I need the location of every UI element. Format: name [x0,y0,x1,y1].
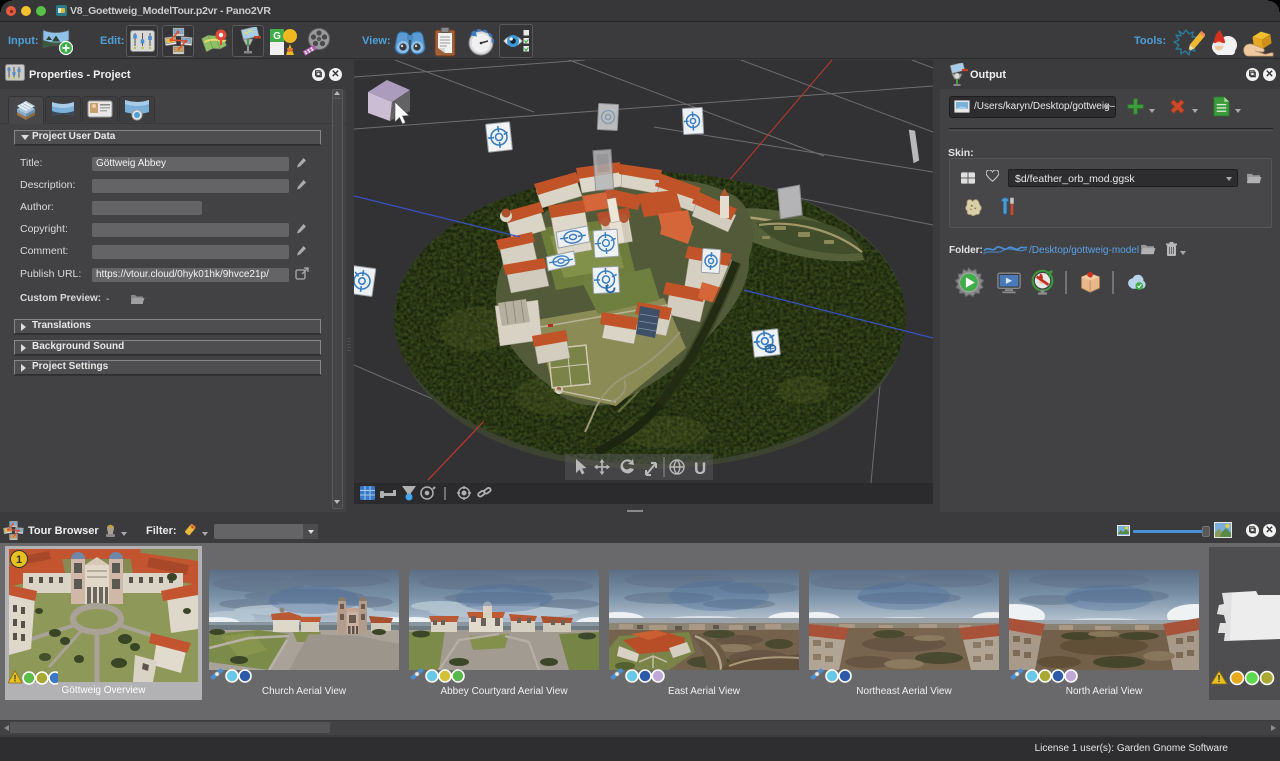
svg-text:!: ! [1217,674,1220,685]
svg-text:U: U [694,459,706,478]
svg-text:!: ! [14,674,17,684]
svg-text:1: 1 [16,554,22,566]
svg-text:G: G [273,31,281,42]
